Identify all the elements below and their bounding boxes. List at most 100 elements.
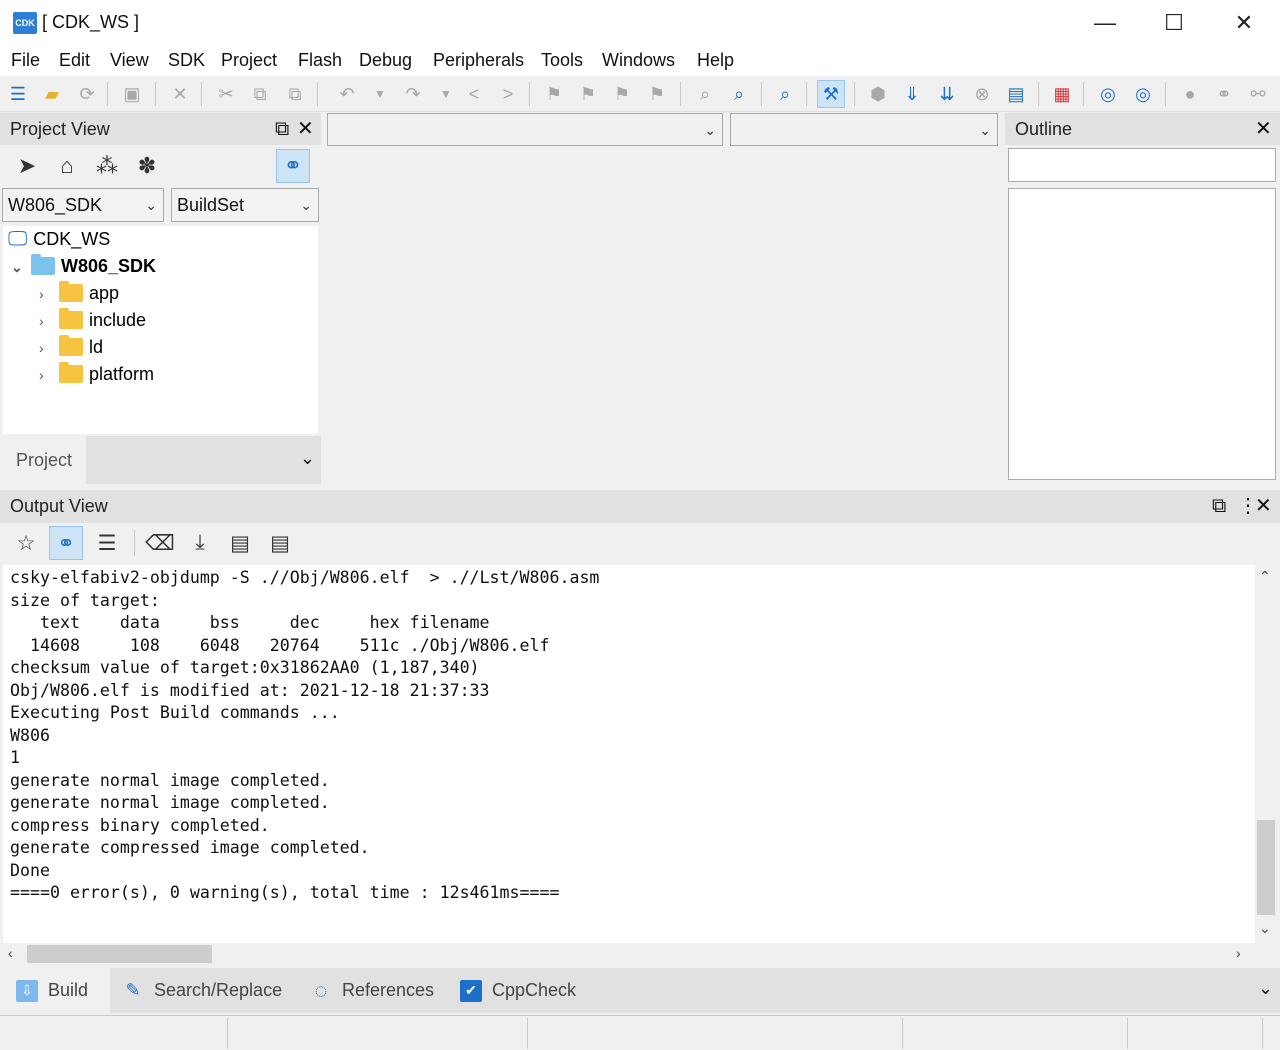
- tree-item-include[interactable]: › include: [39, 307, 146, 334]
- scroll-left-icon[interactable]: ‹: [8, 945, 13, 961]
- record-icon[interactable]: ●: [1176, 80, 1204, 108]
- copy-icon[interactable]: ⧉: [246, 80, 274, 108]
- tree-item-project[interactable]: ⌄ W806_SDK: [11, 253, 156, 280]
- bug-icon[interactable]: ✽: [130, 149, 164, 183]
- tab-references[interactable]: ◌ References: [310, 968, 434, 1013]
- paste-output-icon[interactable]: ▤: [263, 526, 297, 560]
- vertical-scroll-thumb[interactable]: [1257, 820, 1275, 915]
- outline-search-input[interactable]: [1008, 148, 1276, 182]
- console-output[interactable]: csky-elfabiv2-objdump -S .//Obj/W806.elf…: [3, 565, 1255, 943]
- tree-item-app[interactable]: › app: [39, 280, 119, 307]
- cut-icon[interactable]: ✂: [212, 80, 240, 108]
- save-output-icon[interactable]: ⤓: [183, 526, 217, 560]
- scroll-right-icon[interactable]: ›: [1236, 945, 1241, 961]
- reload-icon[interactable]: ⟳: [73, 80, 101, 108]
- menu-project[interactable]: Project: [221, 50, 277, 71]
- scroll-down-icon[interactable]: ⌄: [1259, 920, 1271, 937]
- outline-list: [1008, 188, 1276, 480]
- unlink-icon[interactable]: ⚯: [1244, 80, 1272, 108]
- tab-cppcheck[interactable]: ✔ CppCheck: [460, 968, 576, 1013]
- chevron-right-icon[interactable]: ›: [39, 281, 59, 308]
- menu-flash[interactable]: Flash: [298, 50, 342, 71]
- maximize-button[interactable]: ☐: [1139, 0, 1209, 46]
- menu-file[interactable]: File: [11, 50, 40, 71]
- menu-sdk[interactable]: SDK: [168, 50, 205, 71]
- open-folder-icon[interactable]: ▰: [38, 80, 66, 108]
- close-button[interactable]: ✕: [1209, 0, 1279, 46]
- stop-icon[interactable]: ⊗: [968, 80, 996, 108]
- search-icon[interactable]: ⌕: [771, 80, 799, 108]
- debug-attach-icon[interactable]: ◎: [1129, 80, 1157, 108]
- bookmark-clear-icon[interactable]: ⚑: [643, 80, 671, 108]
- bookmark-icon[interactable]: ⚑: [540, 80, 568, 108]
- bookmark-prev-icon[interactable]: ⚑: [608, 80, 636, 108]
- wrap-icon[interactable]: ☰: [90, 526, 124, 560]
- locate-icon[interactable]: ➤: [10, 149, 44, 183]
- find-icon[interactable]: ⌕: [691, 80, 719, 108]
- chevron-down-icon[interactable]: ⌄: [1258, 978, 1273, 999]
- tree-item-platform[interactable]: › platform: [39, 361, 154, 388]
- undo-icon[interactable]: ↶: [333, 80, 361, 108]
- minimize-button[interactable]: —: [1070, 0, 1140, 46]
- sdk-select[interactable]: W806_SDK ⌄: [2, 188, 164, 222]
- bookmark-next-icon[interactable]: ⚑: [574, 80, 602, 108]
- debug-start-icon[interactable]: ◎: [1094, 80, 1122, 108]
- editor-file-select[interactable]: ⌄: [327, 113, 723, 146]
- horizontal-scroll-thumb[interactable]: [27, 945, 212, 963]
- menu-bar: File Edit View SDK Project Flash Debug P…: [0, 46, 1280, 76]
- copy-output-icon[interactable]: ▤: [223, 526, 257, 560]
- editor-symbol-select[interactable]: ⌄: [730, 113, 998, 146]
- download-all-icon[interactable]: ⇊: [933, 80, 961, 108]
- link-icon[interactable]: ⚭: [49, 526, 83, 560]
- menu-debug[interactable]: Debug: [359, 50, 412, 71]
- find-in-files-icon[interactable]: ⌕: [725, 80, 753, 108]
- menu-edit[interactable]: Edit: [59, 50, 90, 71]
- build-config-icon[interactable]: ⚒: [817, 80, 845, 108]
- package-icon[interactable]: ⬢: [864, 80, 892, 108]
- float-panel-icon[interactable]: ⧉: [1212, 490, 1226, 522]
- star-icon[interactable]: ☆: [9, 526, 43, 560]
- menu-peripherals[interactable]: Peripherals: [433, 50, 524, 71]
- tab-project[interactable]: Project: [0, 436, 86, 484]
- tab-build-label: Build: [48, 980, 89, 1000]
- tree-item-workspace[interactable]: 🖵 CDK_WS: [8, 226, 110, 253]
- horizontal-scrollbar[interactable]: ‹ ›: [3, 943, 1255, 965]
- close-panel-icon[interactable]: ✕: [1255, 490, 1272, 522]
- clear-output-icon[interactable]: ⌫: [143, 526, 177, 560]
- close-panel-icon[interactable]: ✕: [297, 113, 314, 145]
- close-panel-icon[interactable]: ✕: [1255, 113, 1272, 145]
- tab-build[interactable]: ⇩ Build: [0, 968, 110, 1013]
- float-panel-icon[interactable]: ⧉: [275, 113, 289, 145]
- paste-icon[interactable]: ⧉: [281, 80, 309, 108]
- undo-dropdown-icon[interactable]: ▼: [366, 80, 394, 108]
- redo-icon[interactable]: ↷: [399, 80, 427, 108]
- tree-item-ld[interactable]: › ld: [39, 334, 103, 361]
- home-icon[interactable]: ⌂: [50, 149, 84, 183]
- new-file-icon[interactable]: ☰: [4, 80, 32, 108]
- chevron-down-icon: ⌄: [300, 197, 312, 213]
- load-icon[interactable]: ▦: [1048, 80, 1076, 108]
- link-editor-icon[interactable]: ⚭: [276, 149, 310, 183]
- chevron-right-icon[interactable]: ›: [39, 335, 59, 362]
- menu-tools[interactable]: Tools: [541, 50, 583, 71]
- scroll-up-icon[interactable]: ⌃: [1259, 568, 1271, 585]
- hierarchy-icon[interactable]: ⁂: [90, 149, 124, 183]
- chevron-down-icon[interactable]: ⌄: [11, 254, 31, 281]
- menu-help[interactable]: Help: [697, 50, 734, 71]
- menu-windows[interactable]: Windows: [602, 50, 675, 71]
- back-icon[interactable]: <: [460, 80, 488, 108]
- chevron-down-icon[interactable]: ⌄: [300, 448, 315, 469]
- download-icon[interactable]: ⇓: [898, 80, 926, 108]
- chevron-right-icon[interactable]: ›: [39, 308, 59, 335]
- chevron-right-icon[interactable]: ›: [39, 362, 59, 389]
- erase-icon[interactable]: ▤: [1002, 80, 1030, 108]
- redo-dropdown-icon[interactable]: ▼: [432, 80, 460, 108]
- vertical-scrollbar[interactable]: ⌃ ⌄: [1255, 565, 1277, 943]
- save-icon[interactable]: ▣: [118, 80, 146, 108]
- forward-icon[interactable]: >: [494, 80, 522, 108]
- tab-search-replace[interactable]: ✎ Search/Replace: [122, 968, 282, 1013]
- menu-view[interactable]: View: [110, 50, 149, 71]
- delete-icon[interactable]: ✕: [166, 80, 194, 108]
- link-icon[interactable]: ⚭: [1210, 80, 1238, 108]
- buildset-select[interactable]: BuildSet ⌄: [171, 188, 319, 222]
